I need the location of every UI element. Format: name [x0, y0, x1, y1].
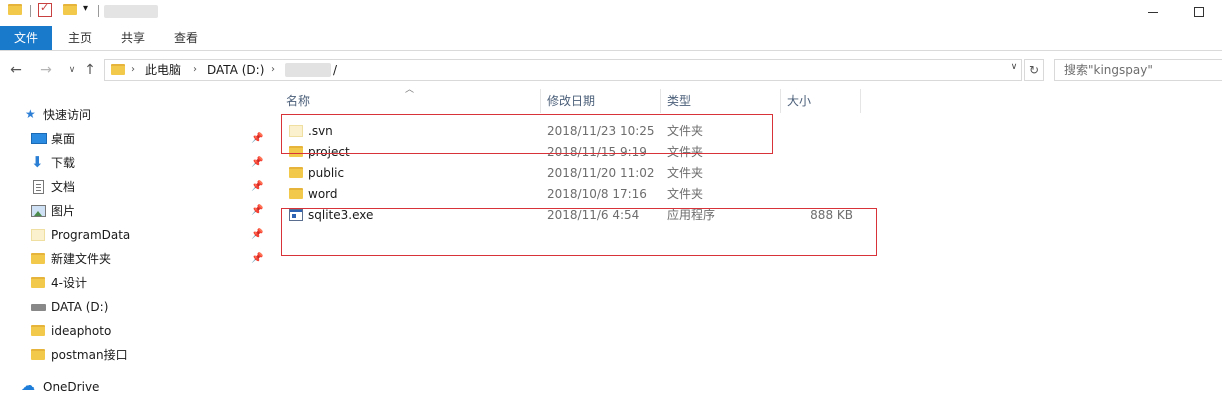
sidebar-item-label: 文档 — [51, 180, 76, 194]
sidebar-item-4-design[interactable]: 4-设计 — [0, 271, 268, 295]
folder-icon — [289, 167, 303, 178]
chevron-right-icon[interactable]: › — [193, 60, 197, 80]
download-icon: ⬇ — [31, 153, 44, 171]
column-divider[interactable] — [860, 89, 861, 113]
star-icon: ★ — [25, 107, 36, 121]
maximize-button[interactable] — [1176, 0, 1222, 24]
folder-icon — [31, 277, 45, 288]
annotation-box — [281, 208, 877, 256]
pin-icon: 📌 — [251, 133, 264, 144]
tab-file[interactable]: 文件 — [0, 26, 52, 50]
tab-view[interactable]: 查看 — [162, 26, 210, 50]
folder-icon — [111, 64, 125, 75]
sidebar-item-pictures[interactable]: 图片 📌 — [0, 199, 268, 223]
sidebar-item-label: 桌面 — [51, 132, 76, 146]
folder-icon — [8, 4, 22, 15]
file-row[interactable]: public 2018/11/20 11:02 文件夹 — [281, 163, 861, 184]
sidebar-item-label: 快速访问 — [43, 108, 92, 122]
sidebar-item-onedrive[interactable]: ☁ OneDrive — [0, 375, 268, 399]
properties-icon[interactable] — [38, 1, 52, 17]
breadcrumb-this-pc[interactable]: 此电脑 — [145, 60, 181, 80]
sidebar-item-label: postman接口 — [51, 348, 128, 362]
minimize-button[interactable] — [1130, 0, 1176, 24]
sidebar-item-downloads[interactable]: ⬇ 下载 📌 — [0, 151, 268, 175]
document-icon — [33, 180, 44, 194]
breadcrumb-trailing: / — [333, 63, 338, 77]
breadcrumb-data-drive[interactable]: DATA (D:) — [207, 60, 264, 80]
pin-icon: 📌 — [251, 253, 264, 264]
search-placeholder: 搜索"kingspay" — [1064, 63, 1153, 77]
forward-button[interactable]: → — [36, 60, 56, 80]
maximize-icon — [1194, 7, 1204, 17]
refresh-button[interactable]: ↻ — [1024, 59, 1044, 81]
pin-icon: 📌 — [251, 229, 264, 240]
column-header-name[interactable]: 名称 — [280, 89, 540, 113]
tab-share[interactable]: 共享 — [108, 26, 158, 50]
pin-icon: 📌 — [251, 157, 264, 168]
chevron-right-icon[interactable]: › — [131, 60, 135, 80]
address-dropdown-icon[interactable]: ∨ — [1006, 56, 1022, 78]
search-box[interactable]: 搜索"kingspay" — [1054, 59, 1222, 81]
address-bar[interactable]: › 此电脑 › DATA (D:) › / — [104, 59, 1022, 81]
title-bar: ▾ — [0, 0, 1222, 24]
file-type: 文件夹 — [667, 187, 704, 201]
file-name: public — [308, 166, 345, 180]
folder-icon — [31, 349, 45, 360]
sidebar-item-programdata[interactable]: ProgramData 📌 — [0, 223, 268, 247]
folder-icon — [31, 325, 45, 336]
pin-icon: 📌 — [251, 205, 264, 216]
pin-icon: 📌 — [251, 181, 264, 192]
back-button[interactable]: ← — [6, 60, 26, 80]
sidebar-item-label: 图片 — [51, 204, 76, 218]
file-modified: 2018/11/20 11:02 — [547, 166, 655, 180]
column-header-modified[interactable]: 修改日期 — [541, 89, 661, 113]
navigation-pane: ★ 快速访问 桌面 📌 ⬇ 下载 📌 文档 📌 图片 📌 ProgramData… — [0, 88, 268, 415]
divider — [98, 5, 99, 17]
up-button[interactable]: ↑ — [80, 60, 100, 80]
file-modified: 2018/10/8 17:16 — [547, 187, 647, 201]
pictures-icon — [31, 205, 46, 217]
sidebar-item-quick-access[interactable]: ★ 快速访问 — [0, 103, 268, 127]
breadcrumb-redacted[interactable] — [285, 63, 331, 77]
sidebar-item-label: OneDrive — [43, 380, 100, 394]
new-folder-icon[interactable] — [63, 4, 77, 15]
sidebar-item-new-folder[interactable]: 新建文件夹 📌 — [0, 247, 268, 271]
navigation-bar: ← → ∨ ↑ › 此电脑 › DATA (D:) › / ∨ ↻ 搜索"kin… — [0, 56, 1222, 84]
divider — [30, 5, 31, 17]
file-type: 文件夹 — [667, 166, 704, 180]
chevron-right-icon[interactable]: › — [271, 60, 275, 80]
sidebar-item-label: DATA (D:) — [51, 300, 109, 314]
recent-locations-dropdown[interactable]: ∨ — [62, 60, 82, 80]
sidebar-item-postman[interactable]: postman接口 — [0, 343, 268, 367]
folder-icon — [31, 229, 45, 241]
sidebar-item-ideaphoto[interactable]: ideaphoto — [0, 319, 268, 343]
desktop-icon — [31, 133, 47, 144]
sidebar-item-label: 4-设计 — [51, 276, 87, 290]
column-header-type[interactable]: 类型 — [661, 89, 781, 113]
ribbon: 文件 主页 共享 查看 — [0, 26, 1222, 51]
sidebar-item-label: ProgramData — [51, 228, 131, 242]
cloud-icon: ☁ — [21, 378, 35, 394]
file-name: word — [308, 187, 338, 201]
sidebar-item-data-drive[interactable]: DATA (D:) — [0, 295, 268, 319]
drive-icon — [31, 304, 46, 311]
tab-home[interactable]: 主页 — [56, 26, 104, 50]
window-title-redacted — [104, 5, 158, 18]
file-row[interactable]: word 2018/10/8 17:16 文件夹 — [281, 184, 861, 205]
sidebar-item-label: 下载 — [51, 156, 76, 170]
minimize-icon — [1148, 11, 1158, 13]
sidebar-item-label: 新建文件夹 — [51, 252, 112, 266]
folder-icon — [31, 253, 45, 264]
sidebar-item-label: ideaphoto — [51, 324, 112, 338]
sidebar-item-documents[interactable]: 文档 📌 — [0, 175, 268, 199]
folder-icon — [289, 188, 303, 199]
sidebar-item-desktop[interactable]: 桌面 📌 — [0, 127, 268, 151]
annotation-box — [281, 114, 773, 154]
column-header-size[interactable]: 大小 — [781, 89, 861, 113]
customize-toolbar-dropdown-icon[interactable]: ▾ — [83, 3, 88, 14]
